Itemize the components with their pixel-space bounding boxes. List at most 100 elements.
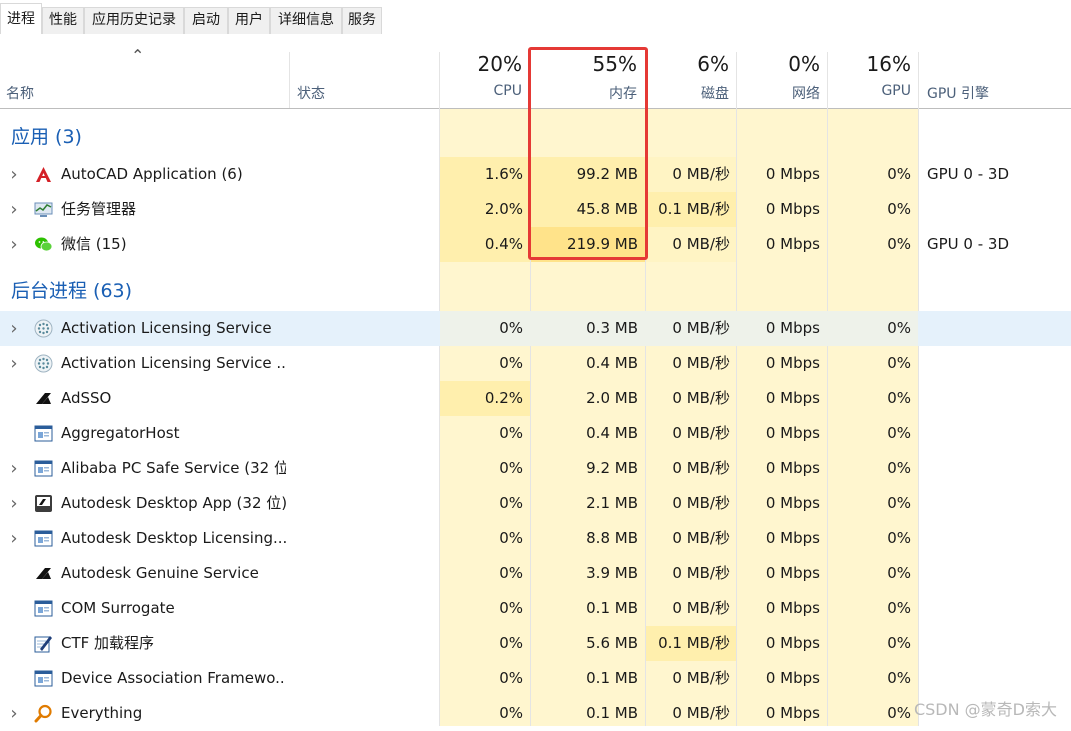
disk-value: 0 MB/秒 bbox=[672, 669, 730, 687]
network-value: 0 Mbps bbox=[765, 599, 820, 617]
memory-value: 219.9 MB bbox=[567, 235, 638, 253]
process-row[interactable]: AdSSO 0.2% 2.0 MB 0 MB/秒 0 Mbps 0% bbox=[0, 381, 1071, 416]
column-cpu[interactable]: CPU bbox=[440, 83, 522, 99]
expand-chevron-icon[interactable]: › bbox=[8, 192, 20, 227]
expand-chevron-icon[interactable]: › bbox=[8, 451, 20, 486]
gpu-total[interactable]: 16% bbox=[828, 52, 911, 76]
tab-services[interactable]: 服务 bbox=[342, 7, 382, 34]
column-disk[interactable]: 磁盘 bbox=[646, 83, 729, 103]
memory-total[interactable]: 55% bbox=[531, 52, 637, 76]
column-status[interactable]: 状态 bbox=[297, 83, 325, 103]
wechat-icon bbox=[34, 235, 53, 254]
column-gpu-engine[interactable]: GPU 引擎 bbox=[927, 83, 989, 103]
disk-value: 0 MB/秒 bbox=[672, 494, 730, 512]
app-window-icon bbox=[34, 424, 53, 443]
gpu-value: 0% bbox=[887, 494, 911, 512]
disk-value: 0 MB/秒 bbox=[672, 319, 730, 337]
tab-details[interactable]: 详细信息 bbox=[270, 7, 342, 34]
process-row[interactable]: › Activation Licensing Service ... 0% 0.4 M… bbox=[0, 346, 1071, 381]
disk-total[interactable]: 6% bbox=[646, 52, 729, 76]
disk-value: 0 MB/秒 bbox=[672, 389, 730, 407]
process-row[interactable]: Device Association Framewo... 0% 0.1 MB 0 M… bbox=[0, 661, 1071, 696]
ctf-pen-icon bbox=[34, 634, 53, 653]
gpu-value: 0% bbox=[887, 529, 911, 547]
sort-ascending-icon[interactable]: ⌃ bbox=[131, 46, 144, 65]
tab-users[interactable]: 用户 bbox=[228, 7, 270, 34]
memory-value: 0.1 MB bbox=[586, 669, 638, 687]
process-name: Autodesk Genuine Service bbox=[61, 564, 259, 582]
gpu-value: 0% bbox=[887, 459, 911, 477]
cpu-value: 0% bbox=[499, 529, 523, 547]
process-row[interactable]: › Activation Licensing Service 0% 0.3 MB 0 M… bbox=[0, 311, 1071, 346]
autodesk-logo-icon bbox=[34, 389, 53, 408]
cpu-value: 0% bbox=[499, 319, 523, 337]
column-network[interactable]: 网络 bbox=[737, 83, 820, 103]
cpu-value: 0.2% bbox=[484, 389, 523, 407]
process-name: COM Surrogate bbox=[61, 599, 175, 617]
watermark: CSDN @蒙奇D索大 bbox=[913, 700, 1057, 719]
memory-value: 3.9 MB bbox=[586, 564, 638, 582]
gpu-value: 0% bbox=[887, 564, 911, 582]
everything-magnifier-icon bbox=[34, 704, 53, 723]
process-row[interactable]: COM Surrogate 0% 0.1 MB 0 MB/秒 0 Mbps 0% bbox=[0, 591, 1071, 626]
tab-performance[interactable]: 性能 bbox=[42, 7, 84, 34]
expand-chevron-icon[interactable]: › bbox=[8, 521, 20, 556]
process-name: Autodesk Desktop App (32 位) bbox=[61, 494, 286, 512]
expand-chevron-icon[interactable]: › bbox=[8, 311, 20, 346]
tab-processes[interactable]: 进程 bbox=[0, 3, 42, 35]
process-row[interactable]: › Autodesk Desktop Licensing... 0% 8.8 MB 0 … bbox=[0, 521, 1071, 556]
gpu-value: 0% bbox=[887, 165, 911, 183]
cpu-total[interactable]: 20% bbox=[440, 52, 522, 76]
cpu-value: 0% bbox=[499, 494, 523, 512]
expand-chevron-icon[interactable]: › bbox=[8, 157, 20, 192]
process-name: 任务管理器 bbox=[61, 200, 137, 218]
network-value: 0 Mbps bbox=[765, 424, 820, 442]
process-row[interactable]: CTF 加载程序 0% 5.6 MB 0.1 MB/秒 0 Mbps 0% bbox=[0, 626, 1071, 661]
column-memory[interactable]: 内存 bbox=[531, 83, 637, 103]
process-row[interactable]: › Alibaba PC Safe Service (32 位) 0% 9.2 MB 0… bbox=[0, 451, 1071, 486]
process-row[interactable]: › AutoCAD Application (6) 1.6% 99.2 MB 0 MB/… bbox=[0, 157, 1071, 192]
process-row[interactable]: Autodesk Genuine Service 0% 3.9 MB 0 MB/秒 0 … bbox=[0, 556, 1071, 591]
gpu-value: 0% bbox=[887, 354, 911, 372]
disk-value: 0 MB/秒 bbox=[672, 165, 730, 183]
memory-value: 9.2 MB bbox=[586, 459, 638, 477]
network-total[interactable]: 0% bbox=[737, 52, 820, 76]
cpu-value: 0% bbox=[499, 354, 523, 372]
cpu-value: 0% bbox=[499, 669, 523, 687]
expand-chevron-icon[interactable]: › bbox=[8, 227, 20, 262]
network-value: 0 Mbps bbox=[765, 389, 820, 407]
expand-chevron-icon[interactable]: › bbox=[8, 486, 20, 521]
gpu-value: 0% bbox=[887, 389, 911, 407]
disk-value: 0 MB/秒 bbox=[672, 235, 730, 253]
process-row[interactable]: AggregatorHost 0% 0.4 MB 0 MB/秒 0 Mbps 0% bbox=[0, 416, 1071, 451]
disk-value: 0.1 MB/秒 bbox=[658, 634, 730, 652]
app-window-icon bbox=[34, 529, 53, 548]
network-value: 0 Mbps bbox=[765, 319, 820, 337]
column-header: ⌃ 名称 状态 20% CPU 55% 内存 6% 磁盘 0% 网络 16% G… bbox=[0, 34, 1071, 109]
gpu-value: 0% bbox=[887, 200, 911, 218]
network-value: 0 Mbps bbox=[765, 354, 820, 372]
network-value: 0 Mbps bbox=[765, 564, 820, 582]
memory-value: 45.8 MB bbox=[576, 200, 638, 218]
tab-app-history[interactable]: 应用历史记录 bbox=[84, 7, 184, 34]
autodesk-desktop-app-icon bbox=[34, 494, 53, 513]
memory-value: 0.4 MB bbox=[586, 354, 638, 372]
tab-startup[interactable]: 启动 bbox=[184, 7, 228, 34]
disk-value: 0 MB/秒 bbox=[672, 599, 730, 617]
app-window-icon bbox=[34, 459, 53, 478]
expand-chevron-icon[interactable]: › bbox=[8, 346, 20, 381]
process-name: Alibaba PC Safe Service (32 位) bbox=[61, 459, 286, 477]
network-value: 0 Mbps bbox=[765, 634, 820, 652]
process-row[interactable]: › 任务管理器 2.0% 45.8 MB 0.1 MB/秒 0 Mbps 0% bbox=[0, 192, 1071, 227]
memory-value: 2.0 MB bbox=[586, 389, 638, 407]
process-name: CTF 加载程序 bbox=[61, 634, 155, 652]
cpu-value: 0.4% bbox=[484, 235, 523, 253]
process-name: Autodesk Desktop Licensing... bbox=[61, 529, 286, 547]
column-name[interactable]: 名称 bbox=[6, 83, 34, 103]
app-window-icon bbox=[34, 669, 53, 688]
column-divider[interactable] bbox=[289, 52, 290, 108]
process-row[interactable]: › Autodesk Desktop App (32 位) 0% 2.1 MB 0 MB… bbox=[0, 486, 1071, 521]
cpu-value: 0% bbox=[499, 634, 523, 652]
process-row[interactable]: › 微信 (15) 0.4% 219.9 MB 0 MB/秒 0 Mbps 0% GPU 0 … bbox=[0, 227, 1071, 262]
column-gpu[interactable]: GPU bbox=[828, 83, 911, 99]
